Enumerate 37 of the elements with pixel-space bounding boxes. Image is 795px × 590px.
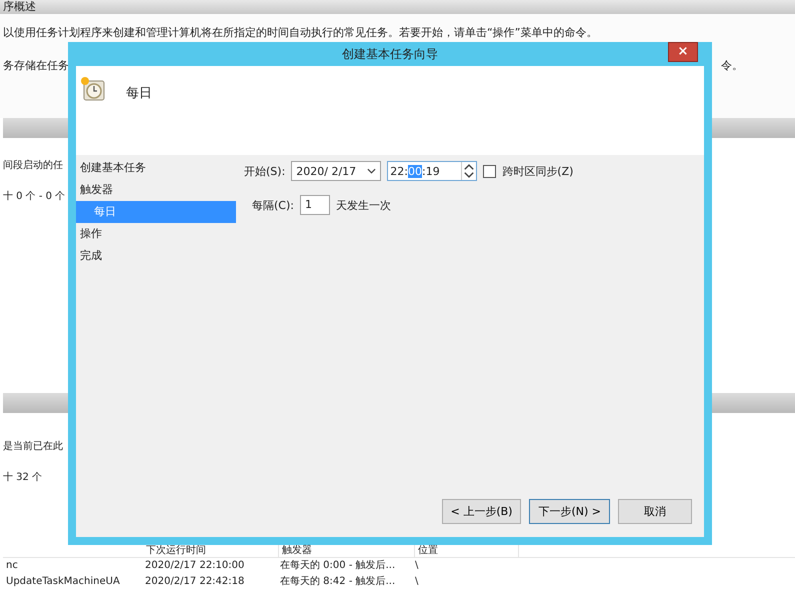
- table-cell-text: \: [414, 575, 420, 589]
- status-count: 十 0 个 - 0 个: [3, 190, 66, 203]
- table-cell-text: UpdateTaskMachineUA: [5, 575, 121, 589]
- date-picker[interactable]: 2020/ 2/17: [291, 161, 382, 181]
- nav-item[interactable]: 创建基本任务: [76, 157, 236, 179]
- time-field[interactable]: 22:00:19: [387, 161, 478, 181]
- clock-icon: [80, 76, 106, 102]
- table-cell-text: 在每天的 0:00 - 触发后...: [279, 559, 396, 573]
- overview-text: 以使用任务计划程序来创建和管理计算机将在所指定的时间自动执行的常见任务。若要开始，请单击“操作”菜单中的命令。: [3, 25, 598, 40]
- next-button[interactable]: 下一步(N) >: [529, 499, 610, 524]
- table-cell-text: \: [414, 559, 420, 573]
- cancel-button[interactable]: 取消: [618, 499, 692, 524]
- nav-item[interactable]: 完成: [76, 245, 236, 267]
- close-button[interactable]: ×: [668, 42, 698, 62]
- step-heading: 每日: [126, 85, 152, 102]
- recur-suffix: 天发生一次: [336, 198, 391, 212]
- section-header: 序概述: [3, 0, 36, 13]
- spinner[interactable]: [461, 162, 476, 180]
- table-cell-text: nc: [5, 559, 19, 573]
- nav-item[interactable]: 操作: [76, 223, 236, 245]
- table-cell-text: 2020/2/17 22:42:18: [144, 575, 246, 589]
- back-button[interactable]: < 上一步(B): [442, 499, 522, 524]
- status-text: 间段启动的任: [3, 158, 63, 172]
- chevron-icon: [367, 168, 376, 174]
- table-cell-text: 2020/2/17 22:10:00: [144, 559, 246, 573]
- storage-text: 令。: [721, 58, 743, 73]
- checkbox[interactable]: [483, 164, 496, 178]
- storage-text: 务存储在任务: [3, 58, 69, 73]
- recur-label: 每隔(C):: [252, 198, 294, 212]
- table-cell-text: 在每天的 8:42 - 触发后...: [279, 575, 396, 589]
- active-text: 是当前已在此: [3, 440, 63, 453]
- window-title: 创建基本任务向导: [342, 46, 438, 62]
- nav-item[interactable]: 触发器: [76, 179, 236, 201]
- start-label: 开始(S):: [244, 164, 286, 178]
- interval-field[interactable]: 1: [300, 195, 330, 215]
- active-count: 十 32 个: [3, 470, 42, 484]
- sync-label: 跨时区同步(Z): [502, 164, 574, 178]
